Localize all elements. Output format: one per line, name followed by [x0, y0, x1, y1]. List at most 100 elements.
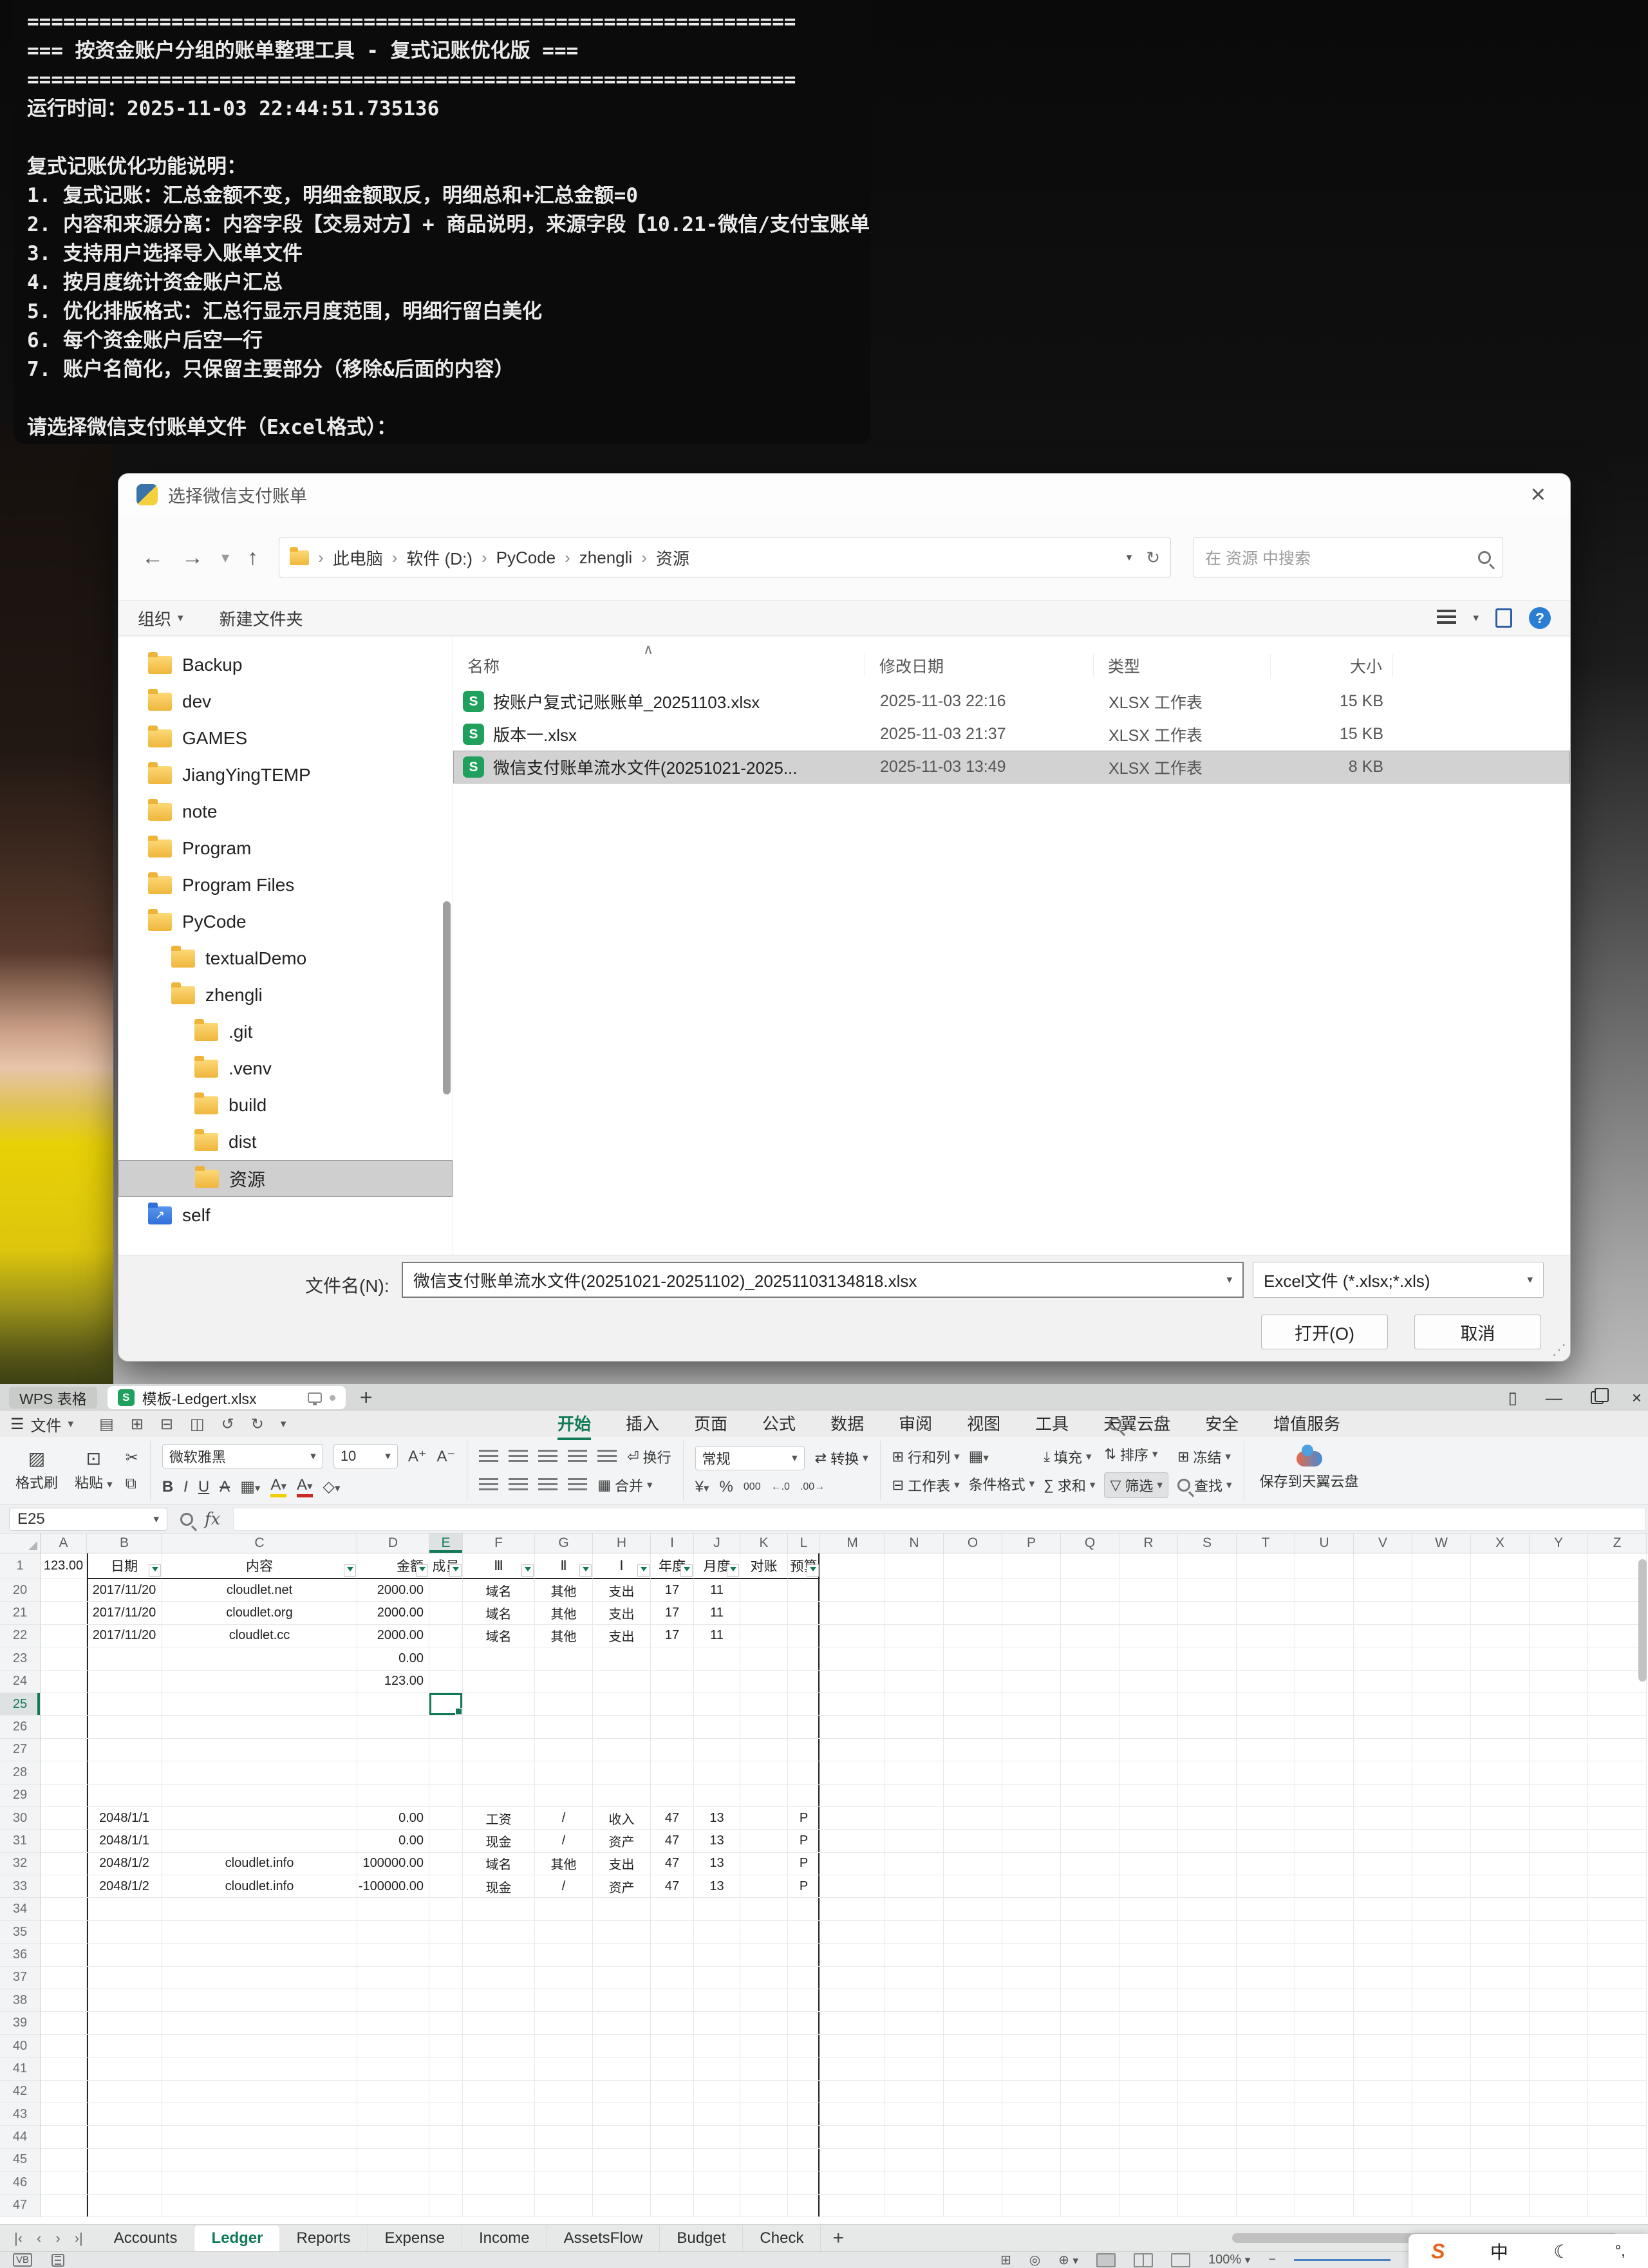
cell-L35[interactable] [788, 1921, 820, 1944]
table-style-icon[interactable]: ▦▾ [969, 1447, 1035, 1466]
row-number-41[interactable]: 41 [0, 2057, 41, 2080]
cell-Q1[interactable] [1061, 1553, 1119, 1579]
cell-V47[interactable] [1354, 2195, 1412, 2217]
column-header-J[interactable]: J [694, 1533, 740, 1553]
cell-I45[interactable] [651, 2149, 694, 2171]
cell-M27[interactable] [820, 1739, 885, 1761]
cell-A37[interactable] [41, 1967, 87, 1989]
cell-Z39[interactable] [1588, 2012, 1647, 2034]
cell-V26[interactable] [1354, 1716, 1412, 1738]
cell-D22[interactable]: 2000.00 [357, 1625, 429, 1647]
cell-N1[interactable] [885, 1553, 944, 1579]
document-tab[interactable]: 模板-Ledgert.xlsx [108, 1386, 346, 1409]
cell-Q38[interactable] [1061, 1989, 1119, 2012]
cell-R26[interactable] [1119, 1716, 1178, 1738]
row-number-26[interactable]: 26 [0, 1716, 41, 1738]
cell-C27[interactable] [162, 1739, 357, 1761]
cell-M42[interactable] [820, 2081, 885, 2103]
cell-M34[interactable] [820, 1898, 885, 1920]
cell-R38[interactable] [1119, 1989, 1178, 2012]
cell-C1[interactable]: 内容 [162, 1553, 357, 1579]
cell-V1[interactable] [1354, 1553, 1412, 1579]
cell-E27[interactable] [429, 1739, 463, 1761]
cell-O24[interactable] [944, 1671, 1002, 1693]
cell-D34[interactable] [357, 1898, 429, 1920]
cell-I30[interactable]: 47 [651, 1807, 694, 1830]
row-number-1[interactable]: 1 [0, 1553, 41, 1579]
cell-P32[interactable] [1002, 1853, 1061, 1875]
cell-J35[interactable] [694, 1921, 740, 1944]
cell-L40[interactable] [788, 2035, 820, 2057]
cell-I43[interactable] [651, 2103, 694, 2126]
cell-R42[interactable] [1119, 2081, 1178, 2103]
cell-B37[interactable] [87, 1967, 162, 1989]
cell-C37[interactable] [162, 1967, 357, 1989]
menu-tab-插入[interactable]: 插入 [626, 1411, 659, 1438]
cell-N26[interactable] [885, 1716, 944, 1738]
cell-J41[interactable] [694, 2057, 740, 2080]
cell-R40[interactable] [1119, 2035, 1178, 2057]
breadcrumb-item[interactable]: PyCode [496, 548, 556, 568]
cell-Q39[interactable] [1061, 2012, 1119, 2034]
column-header-date[interactable]: 修改日期 [865, 654, 1094, 677]
cell-F42[interactable] [463, 2081, 535, 2103]
cell-G24[interactable] [535, 1671, 593, 1693]
sum-button[interactable]: ∑求和▾ [1044, 1475, 1095, 1495]
cell-P33[interactable] [1002, 1875, 1061, 1898]
cell-U30[interactable] [1295, 1807, 1354, 1830]
cell-M1[interactable] [820, 1553, 885, 1579]
cell-D44[interactable] [357, 2126, 429, 2148]
cell-E24[interactable] [429, 1671, 463, 1693]
font-color-button[interactable]: A▾ [297, 1476, 313, 1497]
previous-sheet-icon[interactable]: ‹ [37, 2230, 41, 2247]
cell-Z44[interactable] [1588, 2126, 1647, 2148]
cell-X32[interactable] [1471, 1853, 1530, 1875]
cell-F43[interactable] [463, 2103, 535, 2126]
cell-N35[interactable] [885, 1921, 944, 1944]
cell-B31[interactable]: 2048/1/1 [87, 1830, 162, 1852]
cell-R47[interactable] [1119, 2195, 1178, 2217]
cell-Q21[interactable] [1061, 1602, 1119, 1624]
cell-W38[interactable] [1412, 1989, 1471, 2012]
cell-V31[interactable] [1354, 1830, 1412, 1852]
align-center-icon[interactable] [509, 1478, 528, 1492]
cell-Y44[interactable] [1530, 2126, 1588, 2148]
cell-B46[interactable] [87, 2171, 162, 2194]
cell-X36[interactable] [1471, 1944, 1530, 1966]
cell-H35[interactable] [593, 1921, 651, 1944]
cell-N45[interactable] [885, 2149, 944, 2171]
cell-L46[interactable] [788, 2171, 820, 2194]
row-number-21[interactable]: 21 [0, 1602, 41, 1624]
row-number-22[interactable]: 22 [0, 1625, 41, 1647]
cell-H46[interactable] [593, 2171, 651, 2194]
cell-M32[interactable] [820, 1853, 885, 1875]
cell-K32[interactable] [740, 1853, 788, 1875]
cell-M47[interactable] [820, 2195, 885, 2217]
filter-button[interactable] [449, 1564, 462, 1577]
cell-N29[interactable] [885, 1785, 944, 1807]
cell-F34[interactable] [463, 1898, 535, 1920]
cell-U32[interactable] [1295, 1853, 1354, 1875]
cell-J37[interactable] [694, 1967, 740, 1989]
cell-V38[interactable] [1354, 1989, 1412, 2012]
cell-Q27[interactable] [1061, 1739, 1119, 1761]
tree-item[interactable]: note [118, 793, 453, 830]
cell-C29[interactable] [162, 1785, 357, 1807]
cell-B23[interactable] [87, 1647, 162, 1670]
cell-D21[interactable]: 2000.00 [357, 1602, 429, 1624]
column-header-Z[interactable]: Z [1588, 1533, 1647, 1553]
sheet-tab-AssetsFlow[interactable]: AssetsFlow [547, 2226, 660, 2251]
cell-G25[interactable] [535, 1693, 593, 1716]
cell-Z38[interactable] [1588, 1989, 1647, 2012]
last-sheet-icon[interactable]: ›| [75, 2230, 83, 2247]
fill-color-button[interactable]: A▾ [270, 1476, 286, 1497]
cell-Q44[interactable] [1061, 2126, 1119, 2148]
cell-T38[interactable] [1237, 1989, 1295, 2012]
cell-S23[interactable] [1178, 1647, 1237, 1670]
cell-W35[interactable] [1412, 1921, 1471, 1944]
cell-R37[interactable] [1119, 1967, 1178, 1989]
insert-function-icon[interactable]: fx [205, 1510, 220, 1529]
cell-G46[interactable] [535, 2171, 593, 2194]
cell-C44[interactable] [162, 2126, 357, 2148]
cell-D31[interactable]: 0.00 [357, 1830, 429, 1852]
